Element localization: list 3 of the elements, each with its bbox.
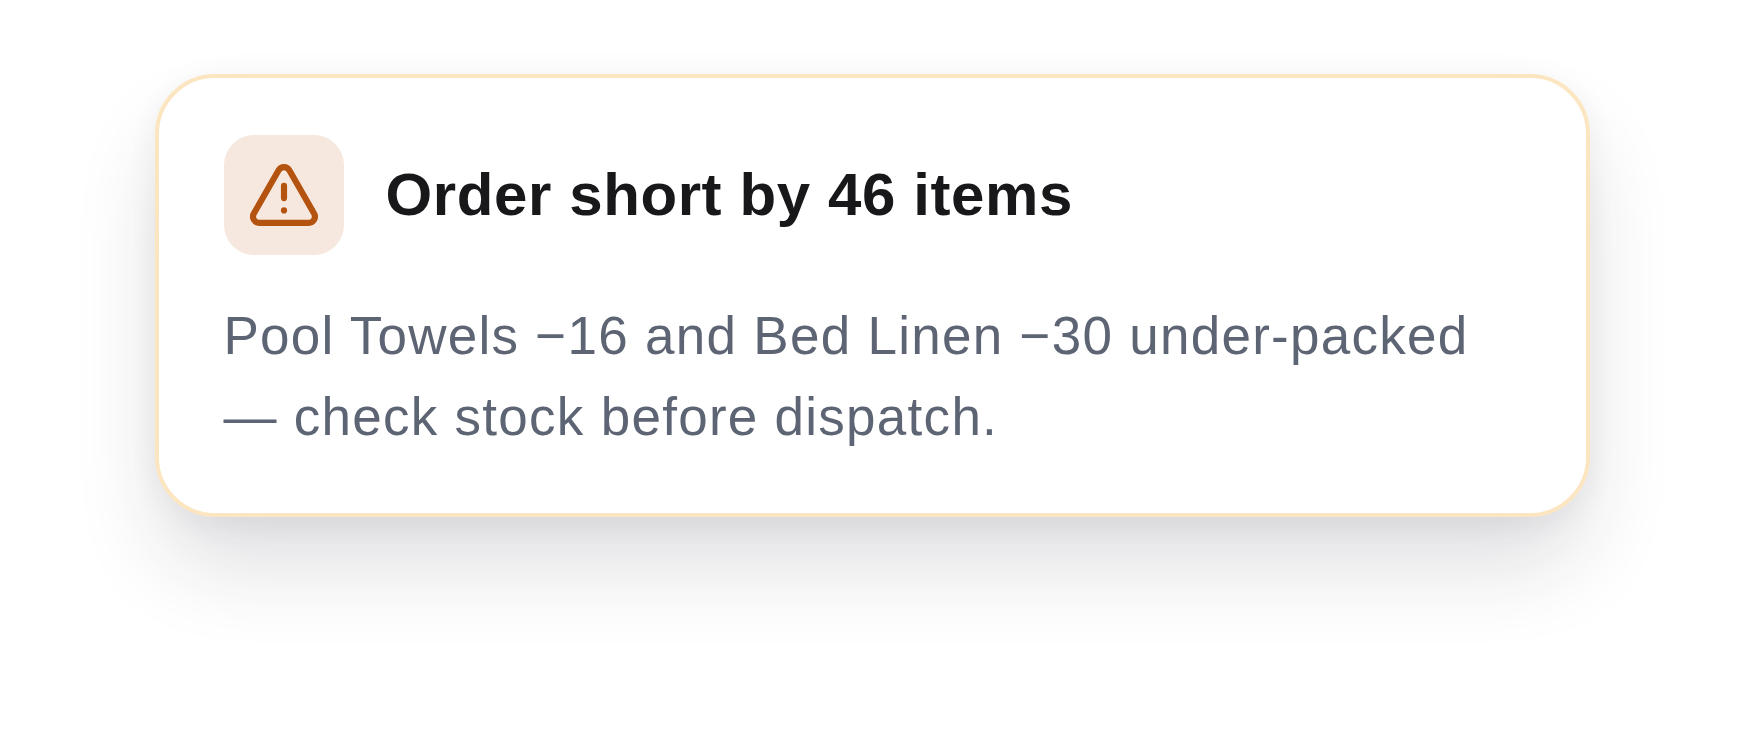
alert-message: Pool Towels −16 and Bed Linen −30 under-packed — check stock before dispatch.: [223, 305, 1470, 448]
warning-icon: [223, 135, 344, 255]
alert-title: Order short by 46 items: [385, 160, 1073, 230]
